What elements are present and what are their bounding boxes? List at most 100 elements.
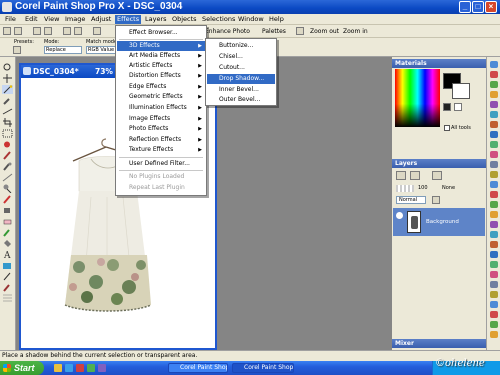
materials-palette-title[interactable]: Materials — [392, 59, 486, 68]
background-style-icon[interactable] — [454, 103, 462, 111]
strip-icon-1[interactable] — [490, 61, 498, 68]
menu-item-photo-effects[interactable]: Photo Effects ▶ — [117, 124, 205, 134]
open-icon[interactable] — [14, 27, 22, 35]
menu-file[interactable]: File — [3, 15, 18, 24]
save-icon[interactable] — [33, 27, 41, 35]
strip-icon-2[interactable] — [490, 71, 498, 78]
zoom-out-button[interactable]: Zoom out — [310, 27, 339, 36]
visibility-eye-icon[interactable] — [396, 212, 403, 219]
strip-icon-26[interactable] — [490, 311, 498, 318]
enhance-photo-button[interactable]: Enhance Photo — [205, 27, 250, 36]
menu-item-user-defined-filter[interactable]: User Defined Filter... — [117, 159, 205, 169]
blend-mode-select[interactable]: Normal — [396, 196, 426, 204]
mixer-palette-title[interactable]: Mixer — [392, 339, 486, 348]
start-button[interactable]: Start — [0, 361, 44, 375]
menu-help[interactable]: Help — [267, 15, 286, 24]
menu-selections[interactable]: Selections — [200, 15, 237, 24]
delete-layer-icon[interactable] — [410, 171, 420, 180]
text-tool-icon[interactable]: A — [2, 250, 13, 259]
strip-icon-12[interactable] — [490, 171, 498, 178]
submenu-item-inner-bevel[interactable]: Inner Bevel... — [207, 85, 275, 95]
menu-item-texture-effects[interactable]: Texture Effects ▶ — [117, 145, 205, 155]
strip-icon-11[interactable] — [490, 161, 498, 168]
menu-item-edge-effects[interactable]: Edge Effects ▶ — [117, 82, 205, 92]
flood-fill-tool-icon[interactable] — [2, 239, 13, 248]
strip-icon-16[interactable] — [490, 211, 498, 218]
all-tools-checkbox[interactable] — [444, 125, 450, 131]
foreground-style-icon[interactable] — [443, 103, 451, 111]
preset-shape-tool-icon[interactable] — [2, 261, 13, 270]
menu-item-illumination-effects[interactable]: Illumination Effects ▶ — [117, 103, 205, 113]
strip-icon-10[interactable] — [490, 151, 498, 158]
quicklaunch-icon-5[interactable] — [98, 364, 106, 372]
strip-icon-15[interactable] — [490, 201, 498, 208]
menu-effects[interactable]: Effects — [115, 15, 142, 24]
dodge-tool-icon[interactable] — [2, 184, 13, 193]
menu-edit[interactable]: Edit — [23, 15, 40, 24]
menu-item-distortion-effects[interactable]: Distortion Effects ▶ — [117, 71, 205, 81]
makeover-tool-icon[interactable] — [2, 151, 13, 160]
quicklaunch-icon-3[interactable] — [76, 364, 84, 372]
submenu-item-drop-shadow[interactable]: Drop Shadow... — [207, 74, 275, 84]
redo-icon[interactable] — [74, 27, 82, 35]
strip-icon-25[interactable] — [490, 301, 498, 308]
clone-brush-tool-icon[interactable] — [2, 162, 13, 171]
new-icon[interactable] — [3, 27, 11, 35]
strip-icon-22[interactable] — [490, 271, 498, 278]
layer-properties-icon[interactable] — [432, 171, 442, 180]
text-select-tool-icon[interactable] — [2, 129, 13, 138]
taskbar-button-2[interactable]: Corel Paint Shop ... — [232, 363, 294, 373]
mode-select[interactable]: Replace — [44, 46, 82, 54]
strip-icon-21[interactable] — [490, 261, 498, 268]
quicklaunch-icon-1[interactable] — [54, 364, 62, 372]
menu-objects[interactable]: Objects — [170, 15, 199, 24]
menu-window[interactable]: Window — [236, 15, 266, 24]
menu-item-effect-browser[interactable]: Effect Browser... — [117, 28, 205, 38]
strip-icon-27[interactable] — [490, 321, 498, 328]
crop-tool-icon[interactable] — [2, 118, 13, 127]
picture-tube-tool-icon[interactable] — [2, 228, 13, 237]
eraser-tool-icon[interactable] — [2, 217, 13, 226]
maximize-button[interactable]: □ — [472, 1, 484, 13]
layers-palette-title[interactable]: Layers — [392, 159, 486, 168]
title-bar[interactable]: Corel Paint Shop Pro X - DSC_0304 _ □ × — [0, 0, 500, 14]
warp-brush-tool-icon[interactable] — [2, 283, 13, 292]
match-mode-select[interactable]: RGB Value — [86, 46, 116, 54]
scratch-remover-tool-icon[interactable] — [2, 173, 13, 182]
menu-adjust[interactable]: Adjust — [89, 15, 113, 24]
lock-icon[interactable] — [432, 196, 440, 204]
strip-icon-6[interactable] — [490, 111, 498, 118]
submenu-item-outer-bevel[interactable]: Outer Bevel... — [207, 95, 275, 105]
submenu-item-cutout[interactable]: Cutout... — [207, 63, 275, 73]
menu-image[interactable]: Image — [63, 15, 87, 24]
move-tool-icon[interactable] — [2, 74, 13, 83]
strip-icon-18[interactable] — [490, 231, 498, 238]
zoom-tool-icon[interactable] — [2, 63, 13, 72]
strip-icon-3[interactable] — [490, 81, 498, 88]
quicklaunch-icon-4[interactable] — [87, 364, 95, 372]
red-eye-tool-icon[interactable] — [2, 140, 13, 149]
menu-view[interactable]: View — [42, 15, 61, 24]
menu-item-3d-effects[interactable]: 3D Effects ▶ — [117, 41, 205, 51]
strip-icon-23[interactable] — [490, 281, 498, 288]
quicklaunch-icon-2[interactable] — [65, 364, 73, 372]
cut-icon[interactable] — [93, 27, 101, 35]
new-layer-icon[interactable] — [396, 171, 406, 180]
strip-icon-17[interactable] — [490, 221, 498, 228]
strip-icon-24[interactable] — [490, 291, 498, 298]
zoom-in-button[interactable]: Zoom in — [343, 27, 368, 36]
menu-item-reflection-effects[interactable]: Reflection Effects ▶ — [117, 135, 205, 145]
strip-icon-13[interactable] — [490, 181, 498, 188]
strip-icon-8[interactable] — [490, 131, 498, 138]
close-button[interactable]: × — [485, 1, 497, 13]
palettes-button[interactable]: Palettes — [262, 27, 286, 36]
strip-icon-4[interactable] — [490, 91, 498, 98]
background-color-swatch[interactable] — [452, 83, 470, 99]
submenu-item-buttonize[interactable]: Buttonize... — [207, 41, 275, 51]
strip-icon-9[interactable] — [490, 141, 498, 148]
palette-toggle-icon[interactable] — [296, 27, 304, 35]
menu-item-artistic-effects[interactable]: Artistic Effects ▶ — [117, 61, 205, 71]
submenu-item-chisel[interactable]: Chisel... — [207, 52, 275, 62]
minimize-button[interactable]: _ — [459, 1, 471, 13]
paint-brush-tool-icon[interactable] — [2, 195, 13, 204]
